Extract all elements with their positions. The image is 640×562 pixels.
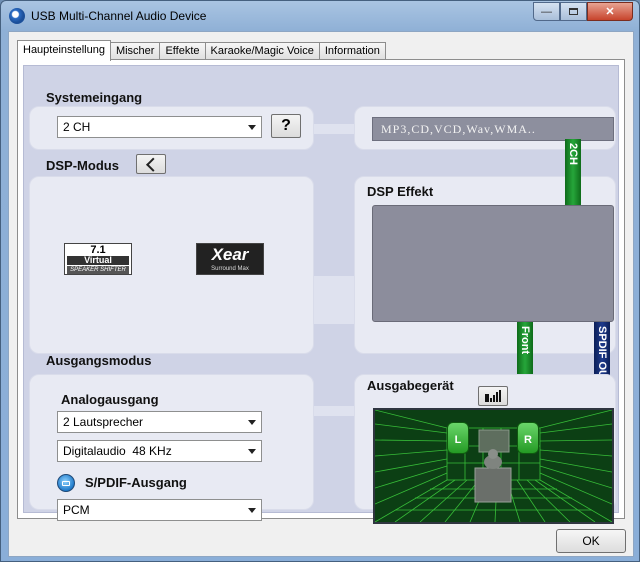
spdif-format-select[interactable]: PCM — [57, 499, 262, 521]
help-button[interactable]: ? — [271, 114, 301, 138]
maximize-icon — [569, 8, 578, 15]
tab-mischer[interactable]: Mischer — [109, 42, 161, 60]
app-window: USB Multi-Channel Audio Device — ✕ Haupt… — [0, 0, 640, 562]
window-title: USB Multi-Channel Audio Device — [31, 9, 207, 23]
room-grid — [375, 410, 612, 522]
dsp-effect-display — [372, 205, 614, 322]
tab-effekte[interactable]: Effekte — [159, 42, 206, 60]
spdif-toggle-button[interactable] — [57, 474, 75, 492]
xear-logo[interactable]: Xear Surround Max — [196, 243, 264, 275]
spdif-format-value: PCM — [63, 503, 90, 517]
sources-display: MP3,CD,VCD,Wav,WMA.. — [372, 117, 614, 141]
logo-xear-line1: Xear — [211, 245, 249, 264]
logo-71-line1: 7.1 — [90, 244, 106, 256]
tab-haupteinstellung[interactable]: Haupteinstellung — [17, 40, 111, 61]
maximize-button[interactable] — [560, 2, 587, 21]
speaker-test-button[interactable] — [478, 386, 508, 406]
close-icon: ✕ — [605, 6, 615, 18]
system-input-select[interactable]: 2 CH — [57, 116, 262, 138]
digital-audio-value: Digitalaudio 48 KHz — [63, 444, 172, 458]
right-speaker[interactable]: R — [517, 422, 539, 454]
dsp-mode-label: DSP-Modus — [46, 158, 119, 173]
minimize-icon: — — [541, 5, 552, 18]
minimize-button[interactable]: — — [533, 2, 560, 21]
output-device-label: Ausgabegerät — [367, 378, 454, 393]
tab-information[interactable]: Information — [318, 42, 386, 60]
speaker-volume-icon — [485, 390, 501, 402]
analog-output-label: Analogausgang — [61, 392, 159, 407]
analog-output-select[interactable]: 2 Lautsprecher — [57, 411, 262, 433]
spdif-icon — [62, 481, 70, 486]
logo-xear-line2: Surround Max — [211, 266, 249, 272]
right-speaker-label: R — [524, 434, 532, 446]
digital-audio-select[interactable]: Digitalaudio 48 KHz — [57, 440, 262, 462]
analog-output-value: 2 Lautsprecher — [63, 415, 144, 429]
tab-panel: Systemeingang 2 CH ? MP3,CD,VCD,Wav,WMA.… — [17, 59, 625, 524]
tab-strip: Haupteinstellung Mischer Effekte Karaoke… — [17, 40, 386, 61]
chevron-down-icon — [248, 420, 256, 425]
dsp-effect-label: DSP Effekt — [367, 184, 434, 199]
audio-device-icon — [9, 8, 25, 24]
connector-2ch: 2CH — [565, 139, 581, 205]
hammer-icon — [146, 157, 161, 172]
chevron-down-icon — [248, 508, 256, 513]
logo-71-line2: Virtual — [67, 256, 129, 265]
spdif-output-label: S/PDIF-Ausgang — [85, 475, 187, 490]
left-speaker[interactable]: L — [447, 422, 469, 454]
tab-karaoke-magic-voice[interactable]: Karaoke/Magic Voice — [204, 42, 320, 60]
close-button[interactable]: ✕ — [587, 2, 633, 21]
settings-canvas: Systemeingang 2 CH ? MP3,CD,VCD,Wav,WMA.… — [23, 65, 619, 524]
system-input-value: 2 CH — [63, 120, 91, 134]
logo-71-line3: SPEAKER SHIFTER — [67, 266, 129, 274]
virtual-7-1-logo[interactable]: 7.1 Virtual SPEAKER SHIFTER — [64, 243, 132, 275]
dsp-tool-button[interactable] — [136, 154, 166, 174]
speaker-room-view: L R — [373, 408, 614, 524]
client-area: Haupteinstellung Mischer Effekte Karaoke… — [8, 31, 634, 557]
output-mode-label: Ausgangsmodus — [46, 353, 152, 368]
chevron-down-icon — [248, 449, 256, 454]
ok-button[interactable]: OK — [556, 529, 626, 553]
system-input-label: Systemeingang — [46, 90, 143, 105]
title-bar[interactable]: USB Multi-Channel Audio Device — ✕ — [1, 1, 639, 31]
chevron-down-icon — [248, 125, 256, 130]
left-speaker-label: L — [454, 434, 462, 446]
